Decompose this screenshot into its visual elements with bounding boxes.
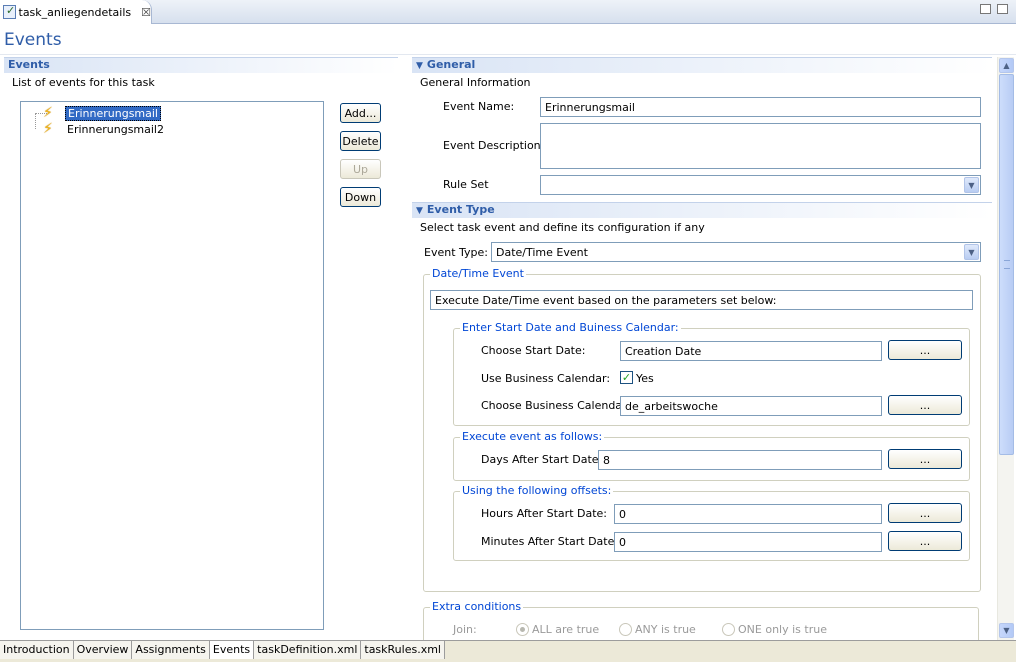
tab-overview[interactable]: Overview: [73, 641, 133, 659]
close-icon[interactable]: ☒: [141, 6, 151, 19]
add-button[interactable]: Add...: [340, 103, 381, 123]
maximize-icon[interactable]: [997, 4, 1008, 14]
events-section-description: List of events for this task: [12, 76, 155, 89]
start-date-group-title: Enter Start Date and Buiness Calendar:: [460, 321, 681, 334]
extra-conditions-group-title: Extra conditions: [430, 600, 524, 613]
scroll-down-icon[interactable]: ▼: [999, 623, 1014, 638]
datetime-info-field: Execute Date/Time event based on the par…: [430, 290, 973, 310]
use-business-calendar-checkbox[interactable]: ✓: [620, 371, 633, 384]
hours-after-start-label: Hours After Start Date:: [481, 507, 608, 520]
tab-events[interactable]: Events: [209, 641, 255, 659]
use-business-calendar-text: Yes: [636, 372, 654, 385]
event-type-section-description: Select task event and define its configu…: [420, 221, 705, 234]
use-business-calendar-label: Use Business Calendar:: [481, 372, 611, 385]
general-section-header[interactable]: ▼ General: [412, 57, 992, 73]
event-type-section-header[interactable]: ▼ Event Type: [412, 202, 992, 218]
events-list[interactable]: ⚡ Erinnerungsmail ⚡ Erinnerungsmail2: [20, 101, 324, 630]
event-type-value: Date/Time Event: [496, 246, 588, 259]
list-item[interactable]: ⚡ Erinnerungsmail: [43, 105, 161, 121]
page-tabs: Introduction Overview Assignments Events…: [0, 640, 1016, 662]
editor-tab-bar: task_anliegendetails ☒: [0, 0, 1016, 24]
start-date-field[interactable]: Creation Date: [620, 341, 882, 361]
event-type-label: Event Type:: [424, 246, 488, 259]
tab-introduction[interactable]: Introduction: [0, 641, 74, 659]
lightning-icon: ⚡: [43, 121, 53, 137]
down-button[interactable]: Down: [340, 187, 381, 207]
event-item-label[interactable]: Erinnerungsmail: [65, 105, 161, 121]
join-all-label: ALL are true: [532, 623, 600, 636]
start-date-label: Choose Start Date:: [481, 344, 586, 357]
events-section-header: Events: [4, 57, 398, 73]
vertical-scrollbar[interactable]: ▲ ▼: [997, 57, 1014, 640]
hours-after-start-field[interactable]: 0: [614, 504, 882, 524]
list-item[interactable]: ⚡ Erinnerungsmail2: [43, 121, 166, 137]
days-after-start-label: Days After Start Date:: [481, 453, 603, 466]
tab-assignments[interactable]: Assignments: [132, 641, 210, 659]
events-section-title: Events: [8, 58, 50, 71]
up-button[interactable]: Up: [340, 159, 381, 179]
join-any-radio[interactable]: [619, 623, 632, 636]
join-one-label: ONE only is true: [738, 623, 827, 636]
minimize-icon[interactable]: [980, 4, 991, 14]
start-date-browse-button[interactable]: ...: [888, 340, 962, 360]
event-type-select[interactable]: Date/Time Event ▼: [491, 242, 981, 262]
join-all-radio[interactable]: [516, 623, 529, 636]
business-calendar-label: Choose Business Calendar:: [481, 399, 631, 412]
days-after-start-field[interactable]: 8: [598, 450, 882, 470]
dropdown-arrow-icon[interactable]: ▼: [964, 177, 979, 193]
rule-set-select[interactable]: ▼: [540, 175, 981, 195]
minutes-after-start-label: Minutes After Start Date:: [481, 535, 619, 548]
minutes-after-start-field[interactable]: 0: [614, 532, 882, 552]
task-file-icon: [3, 4, 16, 19]
join-label: Join:: [453, 623, 477, 636]
rule-set-label: Rule Set: [443, 178, 489, 191]
minutes-browse-button[interactable]: ...: [888, 531, 962, 551]
dropdown-arrow-icon[interactable]: ▼: [964, 244, 979, 260]
tab-task-rules-xml[interactable]: taskRules.xml: [361, 641, 445, 659]
lightning-icon: ⚡: [43, 105, 53, 121]
collapse-arrow-icon[interactable]: ▼: [416, 59, 423, 73]
general-section-description: General Information: [420, 76, 531, 89]
event-description-label: Event Description:: [443, 139, 545, 152]
business-calendar-browse-button[interactable]: ...: [888, 395, 962, 415]
editor-tab[interactable]: task_anliegendetails ☒: [0, 0, 152, 24]
scrollbar-thumb[interactable]: [999, 74, 1014, 455]
event-item-label[interactable]: Erinnerungsmail2: [65, 123, 166, 136]
general-section-title: General: [426, 58, 476, 71]
page-title: Events: [4, 30, 62, 50]
event-name-label: Event Name:: [443, 100, 515, 113]
hours-browse-button[interactable]: ...: [888, 503, 962, 523]
collapse-arrow-icon[interactable]: ▼: [416, 204, 423, 218]
delete-button[interactable]: Delete: [340, 131, 381, 151]
join-any-label: ANY is true: [635, 623, 696, 636]
window-controls: [980, 4, 1008, 14]
tab-task-definition-xml[interactable]: taskDefinition.xml: [254, 641, 362, 659]
event-description-field[interactable]: [540, 123, 981, 169]
execute-event-group-title: Execute event as follows:: [460, 430, 605, 443]
scroll-up-icon[interactable]: ▲: [999, 58, 1014, 73]
offsets-group-title: Using the following offsets:: [460, 484, 614, 497]
join-one-radio[interactable]: [722, 623, 735, 636]
event-name-field[interactable]: Erinnerungsmail: [540, 97, 981, 117]
datetime-event-group-title: Date/Time Event: [430, 267, 526, 280]
business-calendar-field[interactable]: de_arbeitswoche: [620, 396, 882, 416]
days-browse-button[interactable]: ...: [888, 449, 962, 469]
header-divider: [0, 54, 1016, 55]
event-type-section-title: Event Type: [426, 203, 495, 216]
editor-tab-title: task_anliegendetails: [18, 5, 132, 19]
